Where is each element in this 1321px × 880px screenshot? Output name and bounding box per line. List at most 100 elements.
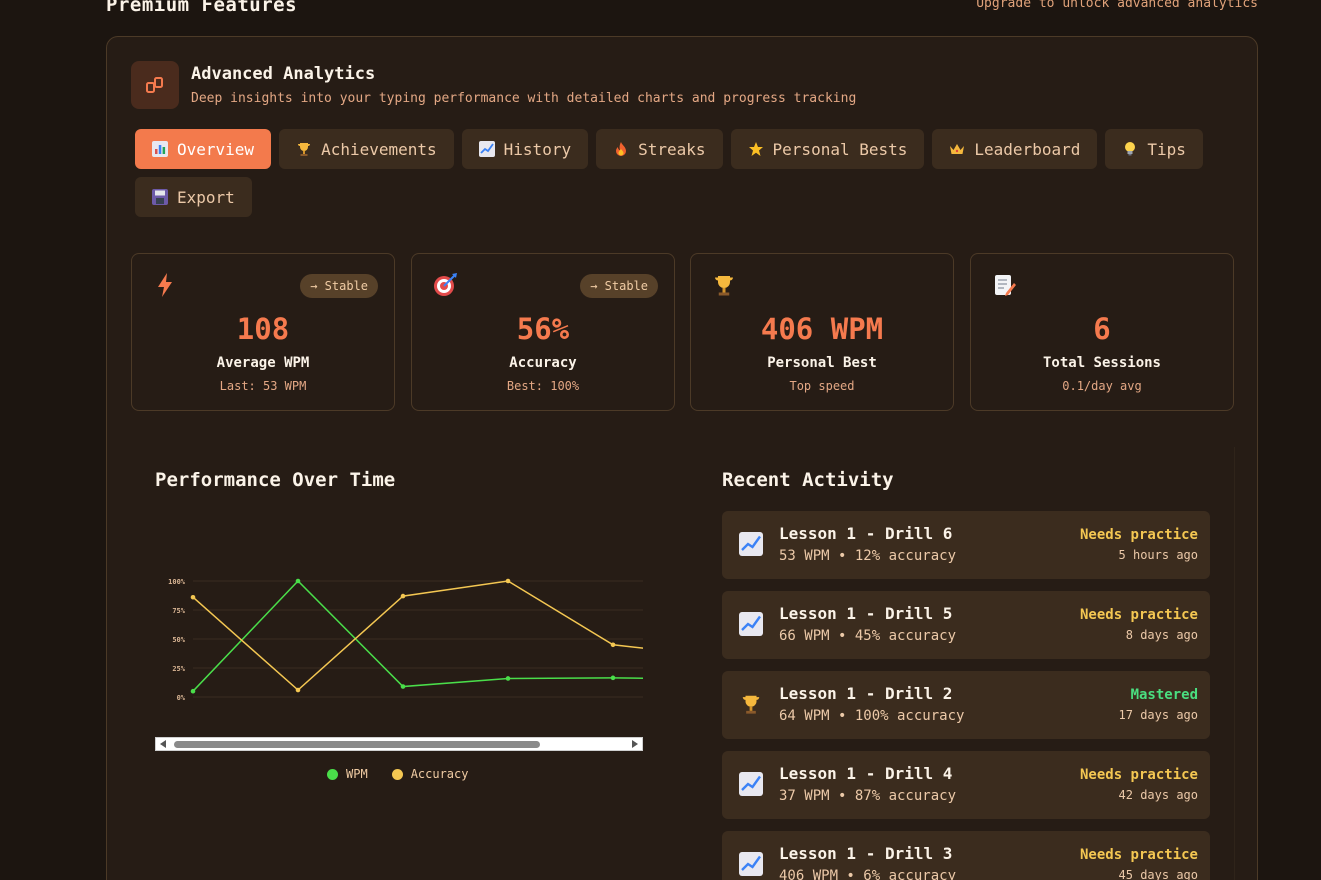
- bar-chart-icon: [152, 141, 168, 157]
- analytics-icon: [131, 61, 179, 109]
- status-badge: Needs practice: [1079, 847, 1198, 863]
- tab-bar: Overview Achievements History Streaks Pe…: [135, 129, 1235, 217]
- activity-item[interactable]: Lesson 1 - Drill 3 406 WPM • 6% accuracy…: [722, 831, 1210, 880]
- line-chart-icon: [738, 531, 764, 557]
- trophy-icon: [711, 272, 737, 298]
- scroll-thumb[interactable]: [174, 741, 540, 748]
- data-point[interactable]: [295, 578, 301, 584]
- analytics-page: Premium Features Upgrade to unlock advan…: [0, 0, 1321, 880]
- stat-label: Average WPM: [216, 355, 310, 371]
- tab-tips[interactable]: Tips: [1105, 129, 1203, 169]
- data-point[interactable]: [505, 578, 511, 584]
- data-point[interactable]: [610, 642, 616, 648]
- status-badge: Needs practice: [1079, 607, 1198, 623]
- y-tick-label: 0%: [177, 694, 186, 702]
- stat-value: 6: [1093, 312, 1111, 346]
- y-tick-label: 50%: [172, 636, 185, 644]
- scroll-right-arrow-icon[interactable]: [632, 740, 638, 748]
- tab-overview[interactable]: Overview: [135, 129, 272, 169]
- line-chart-icon: [738, 771, 764, 797]
- floppy-disk-icon: [152, 189, 168, 205]
- memo-icon: [991, 272, 1017, 298]
- activity-item[interactable]: Lesson 1 - Drill 6 53 WPM • 12% accuracy…: [722, 511, 1210, 579]
- activity-time: 17 days ago: [1118, 708, 1198, 722]
- data-point[interactable]: [190, 594, 196, 600]
- stat-card-total-sessions: 6 Total Sessions 0.1/day avg: [970, 253, 1234, 411]
- stat-value: 406 WPM: [760, 312, 884, 346]
- tab-export[interactable]: Export: [135, 177, 252, 217]
- status-badge: Mastered: [1130, 687, 1198, 703]
- tab-streaks[interactable]: Streaks: [596, 129, 723, 169]
- data-point[interactable]: [400, 684, 406, 689]
- trend-badge: → Stable: [580, 274, 658, 298]
- performance-chart: 0% 25% 50% 75% 100%: [168, 578, 643, 702]
- stat-card-accuracy: → Stable 56% Accuracy Best: 100%: [411, 253, 675, 411]
- activity-name: Lesson 1 - Drill 5: [779, 604, 953, 623]
- stat-card-personal-best: 406 WPM Personal Best Top speed: [690, 253, 954, 411]
- y-tick-label: 100%: [168, 578, 186, 586]
- legend-dot-icon: [391, 768, 403, 780]
- activity-stats: 66 WPM • 45% accuracy: [779, 628, 957, 644]
- y-tick-label: 25%: [172, 665, 185, 673]
- activity-time: 5 hours ago: [1118, 548, 1198, 562]
- trophy-icon: [738, 691, 764, 717]
- activity-stats: 406 WPM • 6% accuracy: [779, 868, 957, 880]
- line-chart-icon: [738, 611, 764, 637]
- stat-subtext: 0.1/day avg: [1062, 379, 1142, 393]
- card-description: Deep insights into your typing performan…: [191, 91, 857, 106]
- series-line-accuracy: [192, 580, 643, 692]
- activity-item[interactable]: Lesson 1 - Drill 4 37 WPM • 87% accuracy…: [722, 751, 1210, 819]
- activity-name: Lesson 1 - Drill 2: [779, 684, 953, 703]
- line-chart-icon: [738, 851, 764, 877]
- fire-icon: [613, 141, 629, 157]
- activity-name: Lesson 1 - Drill 4: [779, 764, 953, 783]
- tab-leaderboard[interactable]: Leaderboard: [932, 129, 1098, 169]
- activity-time: 8 days ago: [1125, 628, 1198, 642]
- activity-time: 45 days ago: [1118, 868, 1198, 880]
- stat-label: Accuracy: [509, 355, 577, 371]
- lightning-icon: [152, 272, 178, 298]
- activity-title: Recent Activity: [722, 469, 894, 491]
- activity-item[interactable]: Lesson 1 - Drill 5 66 WPM • 45% accuracy…: [722, 591, 1210, 659]
- trophy-icon: [296, 141, 312, 157]
- chart-legend: WPM Accuracy: [327, 767, 468, 781]
- y-tick-label: 75%: [172, 607, 185, 615]
- analytics-card: Advanced Analytics Deep insights into yo…: [106, 36, 1258, 880]
- stat-label: Personal Best: [767, 355, 877, 371]
- scroll-left-arrow-icon[interactable]: [160, 740, 166, 748]
- status-badge: Needs practice: [1079, 527, 1198, 543]
- trend-badge: → Stable: [300, 274, 378, 298]
- tab-personal-bests[interactable]: Personal Bests: [730, 129, 925, 169]
- target-icon: [432, 272, 458, 298]
- chart-scrollbar[interactable]: [155, 737, 643, 751]
- activity-name: Lesson 1 - Drill 3: [779, 844, 953, 863]
- activity-item[interactable]: Lesson 1 - Drill 2 64 WPM • 100% accurac…: [722, 671, 1210, 739]
- page-title: Premium Features: [106, 0, 298, 16]
- status-badge: Needs practice: [1079, 767, 1198, 783]
- data-point[interactable]: [610, 675, 616, 681]
- data-point[interactable]: [295, 687, 301, 693]
- activity-stats: 53 WPM • 12% accuracy: [779, 548, 957, 564]
- lightbulb-icon: [1122, 141, 1138, 157]
- stat-subtext: Best: 100%: [506, 379, 580, 393]
- series-line-wpm: [192, 579, 643, 692]
- legend-item-wpm[interactable]: WPM: [327, 767, 368, 781]
- activity-time: 42 days ago: [1118, 788, 1198, 802]
- data-point[interactable]: [505, 676, 511, 681]
- tab-history[interactable]: History: [461, 129, 589, 169]
- upgrade-hint: Upgrade to unlock advanced analytics: [976, 0, 1258, 11]
- stat-label: Total Sessions: [1042, 355, 1161, 371]
- legend-item-accuracy[interactable]: Accuracy: [391, 767, 468, 781]
- stat-value: 56%: [516, 312, 570, 346]
- stat-card-average-wpm: → Stable 108 Average WPM Last: 53 WPM: [131, 253, 395, 411]
- crown-icon: [949, 141, 965, 157]
- activity-name: Lesson 1 - Drill 6: [779, 524, 953, 543]
- stat-value: 108: [236, 312, 290, 346]
- recent-activity-panel: Recent Activity Lesson 1 - Drill 6 53 WP…: [703, 447, 1235, 880]
- line-chart-icon: [478, 141, 495, 157]
- tab-achievements[interactable]: Achievements: [279, 129, 454, 169]
- data-point[interactable]: [400, 593, 406, 599]
- chart-title: Performance Over Time: [155, 469, 396, 491]
- star-icon: [748, 141, 764, 157]
- data-point[interactable]: [190, 688, 196, 694]
